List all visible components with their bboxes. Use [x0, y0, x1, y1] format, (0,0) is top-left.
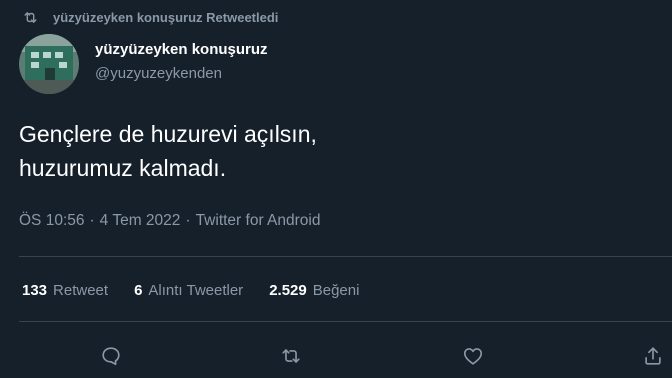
- retweet-icon: [282, 349, 300, 363]
- quote-count-link[interactable]: 6 Alıntı Tweetler: [134, 280, 243, 302]
- reply-button[interactable]: [96, 341, 126, 371]
- quote-count: 6: [134, 282, 143, 299]
- like-button[interactable]: [458, 341, 488, 371]
- retweet-context-text: yüzyüzeyken konuşuruz Retweetledi: [53, 9, 279, 25]
- tweet-text-line-1: Gençlere de huzurevi açılsın,: [19, 121, 317, 147]
- author-block: yüzyüzeyken konuşuruz @yuzyuzeykenden: [95, 40, 268, 84]
- avatar[interactable]: [19, 34, 79, 94]
- retweet-count-link[interactable]: 133 Retweet: [22, 280, 108, 302]
- author-display-name[interactable]: yüzyüzeyken konuşuruz: [95, 40, 268, 60]
- reply-icon: [102, 347, 120, 366]
- like-count: 2.529: [269, 282, 307, 299]
- retweet-count-label: Retweet: [53, 282, 109, 299]
- divider: [19, 321, 672, 322]
- retweet-button[interactable]: [276, 341, 306, 371]
- tweet-meta: ÖS 10:56 · 4 Tem 2022 · Twitter for Andr…: [19, 210, 320, 232]
- like-count-label: Beğeni: [312, 282, 360, 299]
- tweet-detail: yüzyüzeyken konuşuruz Retweetledi yüzyüz…: [0, 0, 672, 378]
- retweet-context[interactable]: yüzyüzeyken konuşuruz Retweetledi: [22, 8, 278, 26]
- author-handle[interactable]: @yuzyuzeykenden: [95, 64, 268, 84]
- retweet-count: 133: [22, 282, 48, 299]
- tweet-time[interactable]: ÖS 10:56: [19, 210, 85, 232]
- share-button[interactable]: [638, 341, 668, 371]
- tweet-source[interactable]: Twitter for Android: [196, 210, 321, 232]
- meta-separator: ·: [89, 212, 95, 229]
- tweet-text-line-2: huzurumuz kalmadı.: [19, 155, 227, 181]
- tweet-stats: 133 Retweet 6 Alıntı Tweetler 2.529 Beğe…: [22, 280, 385, 302]
- divider: [19, 256, 672, 257]
- tweet-actions: [0, 341, 672, 371]
- heart-icon: [463, 348, 483, 365]
- quote-count-label: Alıntı Tweetler: [148, 282, 244, 299]
- tweet-text: Gençlere de huzurevi açılsın, huzurumuz …: [19, 117, 639, 185]
- retweet-icon: [24, 11, 37, 23]
- like-count-link[interactable]: 2.529 Beğeni: [269, 280, 359, 302]
- share-icon: [645, 347, 661, 365]
- tweet-date[interactable]: 4 Tem 2022: [100, 210, 181, 232]
- meta-separator: ·: [185, 212, 191, 229]
